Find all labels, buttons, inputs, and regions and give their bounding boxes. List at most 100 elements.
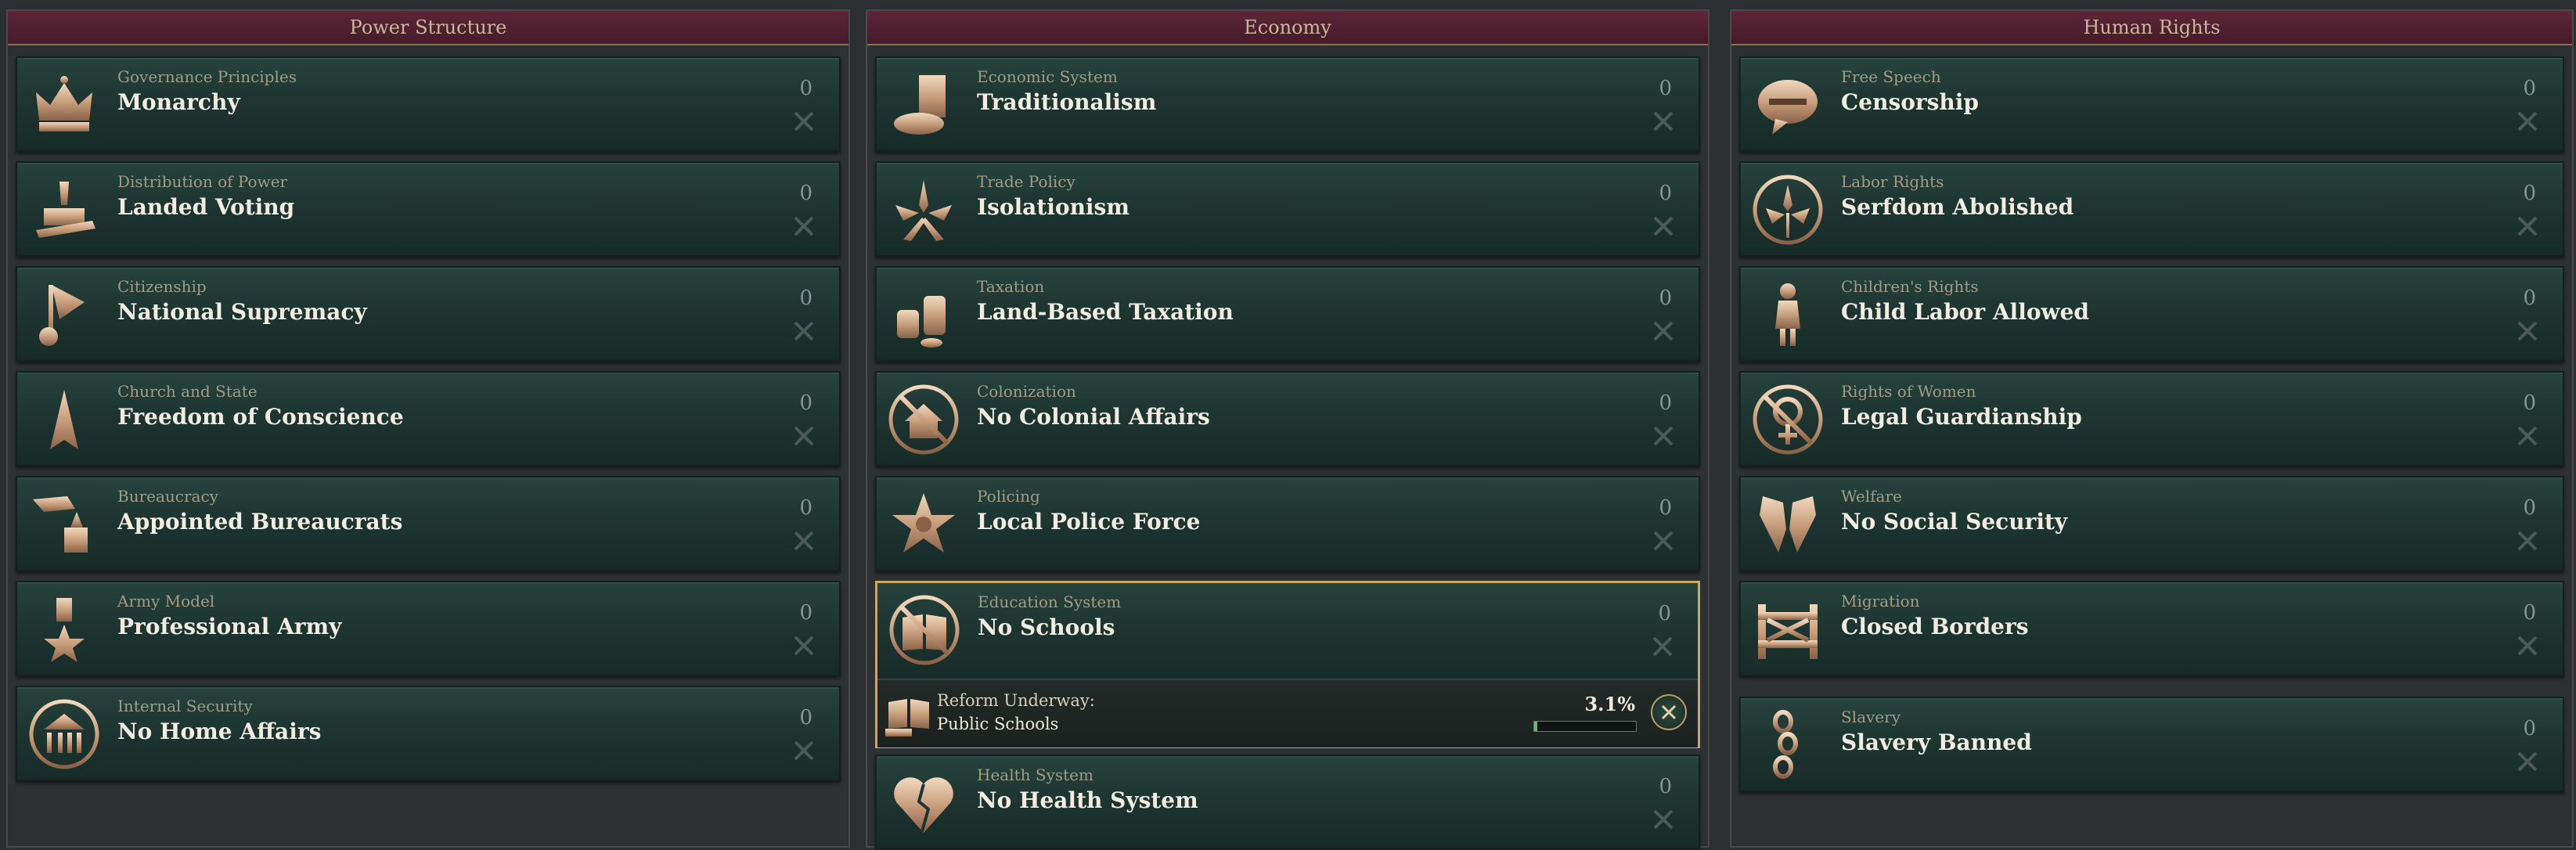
law-name: Freedom of Conscience xyxy=(117,404,404,430)
law-name: Professional Army xyxy=(117,614,342,639)
law-name: National Supremacy xyxy=(117,299,367,325)
no-book-icon xyxy=(888,594,960,666)
law-name: Censorship xyxy=(1841,89,1979,115)
law-colonization[interactable]: Colonization No Colonial Affairs 0 xyxy=(875,371,1700,466)
law-health-system[interactable]: Health System No Health System 0 xyxy=(875,755,1700,850)
book-hand-icon xyxy=(882,688,935,741)
cancel-reform-button[interactable] xyxy=(1651,694,1687,730)
education-system-block: Education System No Schools 0 Reform Und… xyxy=(875,581,1700,748)
law-count: 0 xyxy=(2523,717,2536,740)
law-name: Legal Guardianship xyxy=(1841,404,2082,430)
law-governance-principles[interactable]: Governance Principles Monarchy 0 xyxy=(16,56,841,152)
law-count: 0 xyxy=(2523,77,2536,100)
crossed-swords-icon xyxy=(1653,111,1673,131)
crossed-swords-icon xyxy=(794,426,814,446)
law-army-model[interactable]: Army Model Professional Army 0 xyxy=(16,581,841,676)
law-distribution-of-power[interactable]: Distribution of Power Landed Voting 0 xyxy=(16,161,841,257)
crossed-swords-icon xyxy=(794,216,814,236)
wheat-circle-icon xyxy=(1752,174,1824,246)
wheat-arrows-icon xyxy=(888,174,960,246)
law-internal-security[interactable]: Internal Security No Home Affairs 0 xyxy=(16,686,841,781)
law-count: 0 xyxy=(2523,182,2536,205)
law-count: 0 xyxy=(1659,775,1672,798)
law-category: Colonization xyxy=(977,382,1076,401)
crossed-swords-icon xyxy=(2517,636,2538,656)
quill-stamp-icon xyxy=(28,488,100,560)
law-count: 0 xyxy=(2523,391,2536,415)
power-structure-panel: Power Structure Governance Principles Mo… xyxy=(6,9,850,848)
law-category: Internal Security xyxy=(117,697,253,715)
law-name: No Schools xyxy=(978,614,1115,640)
law-name: Local Police Force xyxy=(977,509,1201,535)
panel-title: Power Structure xyxy=(8,11,848,45)
law-name: No Colonial Affairs xyxy=(977,404,1210,430)
law-category: Labor Rights xyxy=(1841,172,1944,191)
broken-chain-icon xyxy=(1752,709,1824,781)
law-category: Bureaucracy xyxy=(117,487,218,506)
law-category: Army Model xyxy=(117,592,215,610)
law-count: 0 xyxy=(799,496,812,520)
coins-icon xyxy=(888,279,960,351)
law-category: Economic System xyxy=(977,67,1118,86)
law-welfare[interactable]: Welfare No Social Security 0 xyxy=(1739,476,2564,571)
law-name: No Health System xyxy=(977,787,1198,813)
law-category: Citizenship xyxy=(117,277,207,296)
law-migration[interactable]: Migration Closed Borders 0 xyxy=(1739,581,2564,676)
panel-title: Human Rights xyxy=(1731,11,2572,45)
law-education-system[interactable]: Education System No Schools 0 xyxy=(877,583,1698,679)
crossed-swords-icon xyxy=(2517,321,2538,341)
law-rights-of-women[interactable]: Rights of Women Legal Guardianship 0 xyxy=(1739,371,2564,466)
law-name: Serfdom Abolished xyxy=(1841,194,2074,220)
law-count: 0 xyxy=(1659,496,1672,520)
flag-fist-icon xyxy=(28,279,100,351)
law-category: Health System xyxy=(977,765,1093,784)
law-count: 0 xyxy=(2523,286,2536,310)
crossed-swords-icon xyxy=(794,321,814,341)
ballot-hand-icon xyxy=(28,174,100,246)
law-childrens-rights[interactable]: Children's Rights Child Labor Allowed 0 xyxy=(1739,266,2564,362)
law-name: Monarchy xyxy=(117,89,240,115)
speech-bubble-icon xyxy=(1752,69,1824,141)
reform-percent: 3.1% xyxy=(1584,693,1635,715)
law-category: Children's Rights xyxy=(1841,277,1979,296)
law-taxation[interactable]: Taxation Land-Based Taxation 0 xyxy=(875,266,1700,362)
law-labor-rights[interactable]: Labor Rights Serfdom Abolished 0 xyxy=(1739,161,2564,257)
law-count: 0 xyxy=(799,182,812,205)
law-name: Slavery Banned xyxy=(1841,729,2032,755)
close-icon xyxy=(1661,704,1677,720)
law-slavery[interactable]: Slavery Slavery Banned 0 xyxy=(1739,697,2564,792)
crown-icon xyxy=(28,69,100,141)
law-church-and-state[interactable]: Church and State Freedom of Conscience 0 xyxy=(16,371,841,466)
crossed-swords-icon xyxy=(794,636,814,656)
panel-title: Economy xyxy=(867,11,1708,45)
law-category: Governance Principles xyxy=(117,67,297,86)
law-free-speech[interactable]: Free Speech Censorship 0 xyxy=(1739,56,2564,152)
child-icon xyxy=(1752,279,1824,351)
law-count: 0 xyxy=(2523,496,2536,520)
no-venus-icon xyxy=(1752,384,1824,456)
reform-progress-fill xyxy=(1534,722,1538,731)
law-name: Child Labor Allowed xyxy=(1841,299,2089,325)
law-category: Distribution of Power xyxy=(117,172,288,191)
law-name: No Home Affairs xyxy=(117,719,322,744)
reform-underway[interactable]: Reform Underway: Public Schools 3.1% xyxy=(877,679,1698,747)
law-count: 0 xyxy=(799,601,812,625)
law-count: 0 xyxy=(1659,77,1672,100)
law-name: No Social Security xyxy=(1841,509,2068,535)
law-category: Trade Policy xyxy=(977,172,1075,191)
law-economic-system[interactable]: Economic System Traditionalism 0 xyxy=(875,56,1700,152)
crossed-swords-icon xyxy=(1653,426,1673,446)
law-name: Land-Based Taxation xyxy=(977,299,1234,325)
law-category: Migration xyxy=(1841,592,1920,610)
law-name: Isolationism xyxy=(977,194,1129,220)
law-count: 0 xyxy=(1659,182,1672,205)
crossed-swords-icon xyxy=(2517,751,2538,772)
law-citizenship[interactable]: Citizenship National Supremacy 0 xyxy=(16,266,841,362)
law-name: Traditionalism xyxy=(977,89,1157,115)
reform-label: Reform Underway: xyxy=(937,691,1095,710)
law-count: 0 xyxy=(1659,391,1672,415)
law-policing[interactable]: Policing Local Police Force 0 xyxy=(875,476,1700,571)
law-bureaucracy[interactable]: Bureaucracy Appointed Bureaucrats 0 xyxy=(16,476,841,571)
law-trade-policy[interactable]: Trade Policy Isolationism 0 xyxy=(875,161,1700,257)
crossed-swords-icon xyxy=(2517,111,2538,131)
